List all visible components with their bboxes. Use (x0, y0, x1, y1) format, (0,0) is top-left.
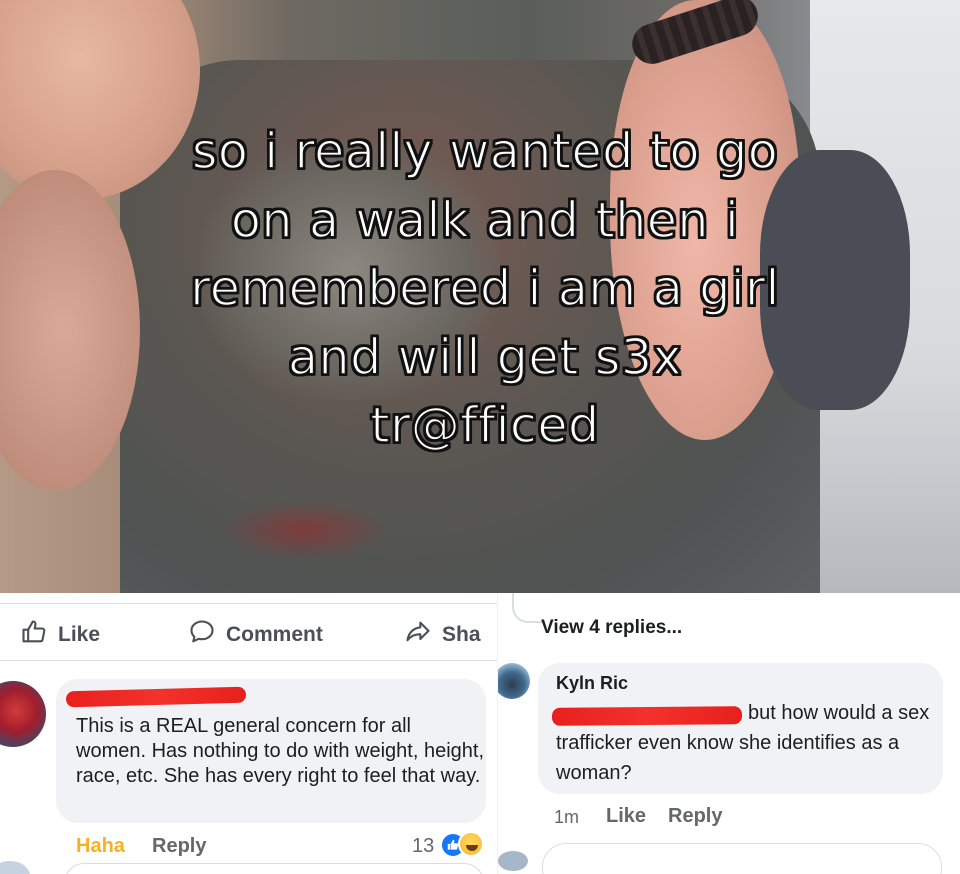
reply-like-link[interactable]: Like (606, 805, 646, 828)
share-arrow-icon (404, 618, 432, 652)
reply-reply-link[interactable]: Reply (668, 805, 722, 828)
view-replies-link[interactable]: View 4 replies... (541, 617, 682, 639)
caption-line: and will get s3x (287, 328, 682, 386)
reply-bubble: Kyln Ric but how would a sex trafficker … (538, 663, 943, 794)
like-label: Like (58, 623, 101, 646)
meme-caption: so i really wanted to go on a walk and t… (0, 118, 960, 461)
shirt-red-print (220, 500, 390, 560)
caption-line: tr@fficed (370, 396, 600, 454)
next-reply-avatar[interactable] (498, 851, 528, 871)
haha-reaction-link[interactable]: Haha (76, 835, 125, 858)
next-reply-bubble (542, 843, 942, 874)
caption-line: so i really wanted to go (191, 122, 779, 180)
reply-text: but how would a sex trafficker even know… (556, 702, 930, 784)
reply-link[interactable]: Reply (152, 835, 206, 858)
comment-bubble: This is a REAL general concern for all w… (56, 679, 486, 823)
like-button[interactable]: Like (20, 618, 100, 652)
comment-button[interactable]: Comment (188, 618, 323, 652)
reply-author-avatar[interactable] (498, 663, 530, 699)
haha-reaction-icon (458, 831, 484, 857)
caption-line: on a walk and then i (230, 191, 740, 249)
redacted-name (65, 686, 247, 708)
next-commenter-avatar[interactable] (0, 861, 30, 874)
thumbs-up-icon (20, 618, 48, 652)
left-post-panel: Like Comment Sha This is a REAL general … (0, 593, 497, 874)
post-action-bar: Like Comment Sha (0, 603, 497, 661)
share-label: Sha (442, 623, 481, 646)
commenter-avatar[interactable] (0, 681, 46, 747)
speech-bubble-icon (188, 618, 216, 652)
reply-timestamp[interactable]: 1m (554, 807, 579, 828)
share-button[interactable]: Sha (404, 618, 481, 652)
reaction-count[interactable]: 13 (412, 835, 434, 858)
caption-line: remembered i am a girl (189, 259, 780, 317)
reply-author-name[interactable]: Kyln Ric (556, 673, 628, 694)
thread-connector (512, 593, 542, 623)
comment-label: Comment (226, 623, 323, 646)
right-post-panel: View 4 replies... Kyln Ric but how would… (497, 593, 960, 874)
meme-image: so i really wanted to go on a walk and t… (0, 0, 960, 593)
next-comment-bubble (64, 863, 484, 874)
comment-text: This is a REAL general concern for all w… (76, 715, 485, 787)
